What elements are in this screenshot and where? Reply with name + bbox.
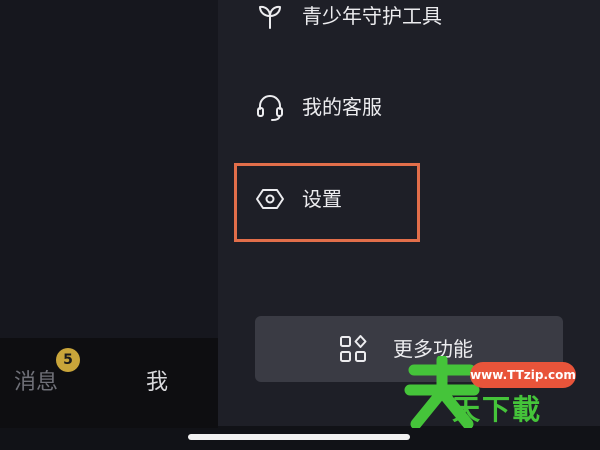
sprout-icon	[252, 0, 288, 34]
apps-grid-icon	[337, 333, 369, 365]
nav-tab-me[interactable]: 我	[146, 368, 168, 398]
menu-item-customer-service[interactable]: 我的客服	[252, 87, 552, 127]
nav-tab-messages[interactable]: 消息	[14, 368, 58, 398]
headset-icon	[252, 89, 288, 125]
background-page	[0, 0, 218, 338]
message-count-badge: 5	[56, 348, 80, 372]
menu-item-youth-protection[interactable]: 青少年守护工具	[252, 0, 552, 36]
watermark-url-badge: www.TTzip.com	[470, 362, 576, 388]
home-indicator	[188, 434, 410, 440]
menu-item-label: 我的客服	[302, 95, 382, 119]
bottom-nav: 消息 5 我	[0, 338, 218, 428]
settings-highlight-box	[234, 163, 420, 242]
watermark-text: 天下載	[452, 393, 543, 426]
menu-item-label: 青少年守护工具	[302, 4, 442, 28]
